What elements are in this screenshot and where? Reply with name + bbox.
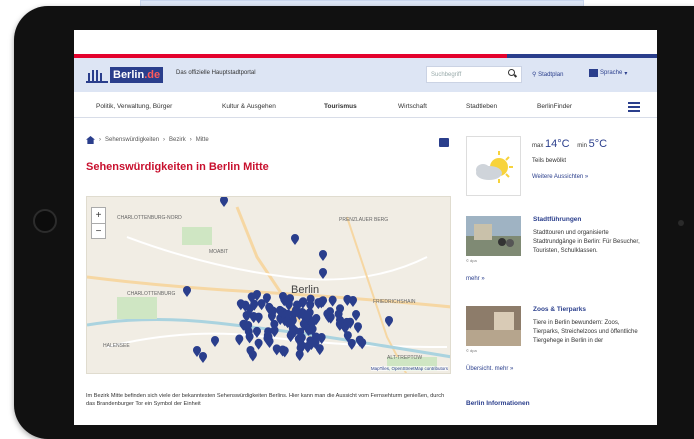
nav-item-wirtschaft[interactable]: Wirtschaft <box>398 103 427 110</box>
stadtfuehrungen-image[interactable] <box>466 216 521 256</box>
card-title[interactable]: Stadtführungen <box>533 216 581 223</box>
zoom-in-button[interactable]: + <box>92 208 105 223</box>
temperature: max 14°C min 5°C <box>532 138 608 150</box>
search-input[interactable]: Suchbegriff <box>426 66 522 83</box>
zoom-out-button[interactable]: − <box>92 223 105 239</box>
main-nav: Politik, Verwaltung, Bürger Kultur & Aus… <box>74 94 657 118</box>
map-canvas[interactable]: CHARLOTTENBURG-NORD MOABIT PRENZLAUER BE… <box>87 197 451 374</box>
nav-item-stadtleben[interactable]: Stadtleben <box>466 103 497 110</box>
map-label: MOABIT <box>209 249 228 255</box>
portal-tagline: Das offizielle Hauptstadtportal <box>176 70 256 76</box>
image-credit: © dpa <box>466 348 477 353</box>
search-icon[interactable] <box>508 69 515 76</box>
pin-icon: ⚲ <box>532 72 537 78</box>
brandenburg-gate-icon <box>86 67 108 83</box>
berlin-logo[interactable]: Berlin.de <box>86 66 164 84</box>
share-icon[interactable] <box>439 138 449 147</box>
map-label: HALENSEE <box>103 343 130 349</box>
map-label: FRIEDRICHSHAIN <box>373 299 416 305</box>
page-title: Sehenswürdigkeiten in Berlin Mitte <box>86 161 269 173</box>
breadcrumb-sep-icon: › <box>189 137 192 143</box>
breadcrumb: › Sehenswürdigkeiten › Bezirk › Mitte <box>86 136 209 144</box>
card-text: Stadttouren und organisierte Stadtrundgä… <box>533 230 640 254</box>
breadcrumb-sep-icon: › <box>163 137 166 143</box>
nav-item-kultur[interactable]: Kultur & Ausgehen <box>222 103 276 110</box>
map-label: CHARLOTTENBURG-NORD <box>117 215 182 221</box>
card-more-link[interactable]: Übersicht. mehr » <box>466 366 513 372</box>
breadcrumb-item[interactable]: Bezirk <box>169 137 186 143</box>
site-header: Berlin.de Das offizielle Hauptstadtporta… <box>74 58 657 92</box>
breadcrumb-sep-icon: › <box>99 137 101 143</box>
camera-icon <box>678 220 684 226</box>
sidebar: max 14°C min 5°C Teils bewölkt Weitere A… <box>466 132 651 425</box>
map-label: ALT-TREPTOW <box>387 355 422 361</box>
more-forecast-link[interactable]: Weitere Aussichten » <box>532 174 588 180</box>
menu-icon[interactable] <box>628 102 640 112</box>
nav-item-politik[interactable]: Politik, Verwaltung, Bürger <box>96 103 172 110</box>
viewport: Berlin.de Das offizielle Hauptstadtporta… <box>0 0 694 439</box>
stadtplan-link[interactable]: ⚲ Stadtplan <box>532 71 563 78</box>
weather-condition: Teils bewölkt <box>532 158 567 164</box>
weather-icon <box>466 136 521 196</box>
sights-map[interactable]: CHARLOTTENBURG-NORD MOABIT PRENZLAUER BE… <box>86 196 451 374</box>
intro-text: Im Bezirk Mitte befinden sich viele der … <box>86 393 445 407</box>
map-label: Berlin <box>291 284 319 296</box>
map-label: CHARLOTTENBURG <box>127 291 175 297</box>
home-icon[interactable] <box>86 136 95 144</box>
breadcrumb-item[interactable]: Mitte <box>196 137 209 143</box>
breadcrumb-item[interactable]: Sehenswürdigkeiten <box>105 137 159 143</box>
browser-screen: Berlin.de Das offizielle Hauptstadtporta… <box>74 30 657 425</box>
card-title[interactable]: Zoos & Tierparks <box>533 306 586 313</box>
map-label: PRENZLAUER BERG <box>339 217 388 223</box>
language-icon <box>589 69 598 77</box>
home-button[interactable] <box>33 209 57 233</box>
language-button[interactable]: Sprache ▾ <box>589 69 627 77</box>
card-more-link[interactable]: mehr » <box>466 276 485 282</box>
logo-wordmark: Berlin.de <box>110 67 164 83</box>
image-credit: © dpa <box>466 258 477 263</box>
berlin-info-heading[interactable]: Berlin Informationen <box>466 400 530 407</box>
zoom-control: + − <box>91 207 106 239</box>
zoos-image[interactable] <box>466 306 521 346</box>
map-attribution[interactable]: MapTiles, OpenStreetMap contributors <box>370 366 448 371</box>
card-text: Tiere in Berlin bewundern: Zoos, Tierpar… <box>533 320 638 344</box>
nav-item-tourismus[interactable]: Tourismus <box>324 103 357 110</box>
chevron-down-icon: ▾ <box>624 70 628 77</box>
nav-item-berlinfinder[interactable]: BerlinFinder <box>537 103 572 110</box>
